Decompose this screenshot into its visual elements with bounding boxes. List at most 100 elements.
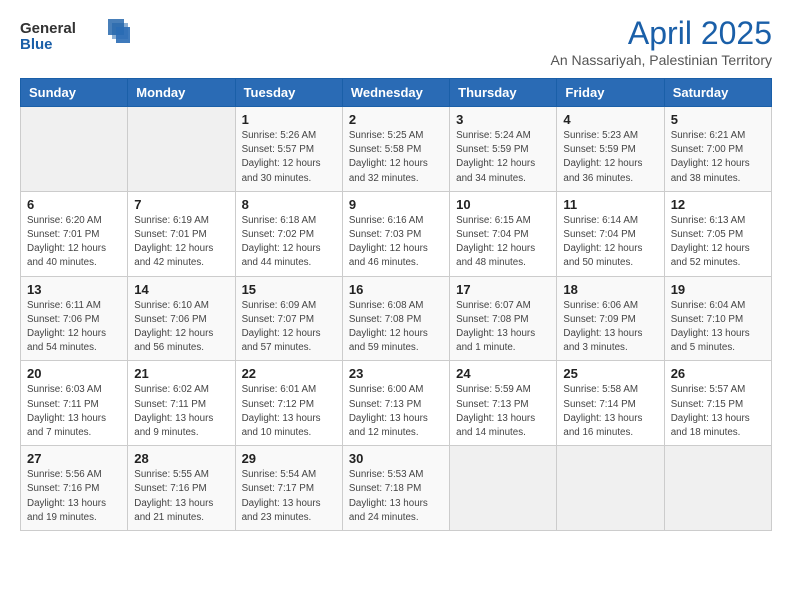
calendar-cell: 21 Sunrise: 6:02 AM Sunset: 7:11 PM Dayli… <box>128 361 235 446</box>
calendar-cell <box>664 446 771 531</box>
col-sunday: Sunday <box>21 79 128 107</box>
calendar-cell: 19 Sunrise: 6:04 AM Sunset: 7:10 PM Dayli… <box>664 276 771 361</box>
day-number: 1 <box>242 112 336 127</box>
col-wednesday: Wednesday <box>342 79 449 107</box>
calendar-cell: 2 Sunrise: 5:25 AM Sunset: 5:58 PM Daylig… <box>342 107 449 192</box>
day-info: Sunrise: 6:06 AM Sunset: 7:09 PM Dayligh… <box>563 299 657 356</box>
day-number: 5 <box>671 112 765 127</box>
page: General Blue April 2025 An Nassariyah, P… <box>0 0 792 612</box>
calendar-cell: 18 Sunrise: 6:06 AM Sunset: 7:09 PM Dayli… <box>557 276 664 361</box>
location: An Nassariyah, Palestinian Territory <box>550 52 772 68</box>
day-number: 23 <box>349 366 443 381</box>
day-info: Sunrise: 6:20 AM Sunset: 7:01 PM Dayligh… <box>27 214 121 271</box>
week-row-3: 13Sunrise: 6:11 AM Sunset: 7:06 PM Dayli… <box>21 276 772 361</box>
day-info: Sunrise: 6:02 AM Sunset: 7:11 PM Dayligh… <box>134 383 228 440</box>
day-info: Sunrise: 6:18 AM Sunset: 7:02 PM Dayligh… <box>242 214 336 271</box>
day-info: Sunrise: 5:57 AM Sunset: 7:15 PM Dayligh… <box>671 383 765 440</box>
calendar-cell: 17 Sunrise: 6:07 AM Sunset: 7:08 PM Dayli… <box>450 276 557 361</box>
calendar-cell: 30Sunrise: 5:53 AM Sunset: 7:18 PM Dayli… <box>342 446 449 531</box>
day-info: Sunrise: 5:24 AM Sunset: 5:59 PM Dayligh… <box>456 129 550 186</box>
day-info: Sunrise: 6:11 AM Sunset: 7:06 PM Dayligh… <box>27 299 121 356</box>
day-info: Sunrise: 5:58 AM Sunset: 7:14 PM Dayligh… <box>563 383 657 440</box>
calendar-cell: 7 Sunrise: 6:19 AM Sunset: 7:01 PM Daylig… <box>128 191 235 276</box>
day-info: Sunrise: 6:07 AM Sunset: 7:08 PM Dayligh… <box>456 299 550 356</box>
day-number: 7 <box>134 197 228 212</box>
day-info: Sunrise: 6:13 AM Sunset: 7:05 PM Dayligh… <box>671 214 765 271</box>
day-number: 27 <box>27 451 121 466</box>
col-friday: Friday <box>557 79 664 107</box>
day-info: Sunrise: 5:25 AM Sunset: 5:58 PM Dayligh… <box>349 129 443 186</box>
day-info: Sunrise: 5:56 AM Sunset: 7:16 PM Dayligh… <box>27 468 121 525</box>
day-number: 11 <box>563 197 657 212</box>
day-info: Sunrise: 6:00 AM Sunset: 7:13 PM Dayligh… <box>349 383 443 440</box>
day-number: 18 <box>563 282 657 297</box>
day-info: Sunrise: 6:14 AM Sunset: 7:04 PM Dayligh… <box>563 214 657 271</box>
calendar-cell: 23 Sunrise: 6:00 AM Sunset: 7:13 PM Dayli… <box>342 361 449 446</box>
calendar-cell: 13Sunrise: 6:11 AM Sunset: 7:06 PM Dayli… <box>21 276 128 361</box>
month-title: April 2025 <box>550 15 772 52</box>
calendar-table: Sunday Monday Tuesday Wednesday Thursday… <box>20 78 772 531</box>
calendar-cell: 12 Sunrise: 6:13 AM Sunset: 7:05 PM Dayli… <box>664 191 771 276</box>
day-number: 20 <box>27 366 121 381</box>
day-info: Sunrise: 6:03 AM Sunset: 7:11 PM Dayligh… <box>27 383 121 440</box>
day-number: 21 <box>134 366 228 381</box>
day-info: Sunrise: 5:54 AM Sunset: 7:17 PM Dayligh… <box>242 468 336 525</box>
day-number: 9 <box>349 197 443 212</box>
calendar-cell: 4Sunrise: 5:23 AM Sunset: 5:59 PM Daylig… <box>557 107 664 192</box>
logo-text: General Blue <box>20 15 130 60</box>
col-saturday: Saturday <box>664 79 771 107</box>
calendar-cell: 3 Sunrise: 5:24 AM Sunset: 5:59 PM Daylig… <box>450 107 557 192</box>
week-row-4: 20 Sunrise: 6:03 AM Sunset: 7:11 PM Dayli… <box>21 361 772 446</box>
day-number: 14 <box>134 282 228 297</box>
day-number: 28 <box>134 451 228 466</box>
day-info: Sunrise: 6:19 AM Sunset: 7:01 PM Dayligh… <box>134 214 228 271</box>
svg-text:General: General <box>20 20 76 37</box>
svg-text:Blue: Blue <box>20 36 53 53</box>
day-number: 25 <box>563 366 657 381</box>
week-row-5: 27 Sunrise: 5:56 AM Sunset: 7:16 PM Dayli… <box>21 446 772 531</box>
calendar-cell: 11 Sunrise: 6:14 AM Sunset: 7:04 PM Dayli… <box>557 191 664 276</box>
day-number: 29 <box>242 451 336 466</box>
day-number: 12 <box>671 197 765 212</box>
header: General Blue April 2025 An Nassariyah, P… <box>20 15 772 68</box>
day-number: 2 <box>349 112 443 127</box>
col-monday: Monday <box>128 79 235 107</box>
title-block: April 2025 An Nassariyah, Palestinian Te… <box>550 15 772 68</box>
day-info: Sunrise: 6:01 AM Sunset: 7:12 PM Dayligh… <box>242 383 336 440</box>
day-number: 22 <box>242 366 336 381</box>
day-info: Sunrise: 6:16 AM Sunset: 7:03 PM Dayligh… <box>349 214 443 271</box>
day-number: 26 <box>671 366 765 381</box>
calendar-cell: 8 Sunrise: 6:18 AM Sunset: 7:02 PM Daylig… <box>235 191 342 276</box>
day-number: 10 <box>456 197 550 212</box>
calendar-cell: 15 Sunrise: 6:09 AM Sunset: 7:07 PM Dayli… <box>235 276 342 361</box>
calendar-cell: 9 Sunrise: 6:16 AM Sunset: 7:03 PM Daylig… <box>342 191 449 276</box>
calendar-cell <box>21 107 128 192</box>
calendar-cell: 24Sunrise: 5:59 AM Sunset: 7:13 PM Dayli… <box>450 361 557 446</box>
calendar-cell: 29 Sunrise: 5:54 AM Sunset: 7:17 PM Dayli… <box>235 446 342 531</box>
day-info: Sunrise: 6:04 AM Sunset: 7:10 PM Dayligh… <box>671 299 765 356</box>
day-number: 15 <box>242 282 336 297</box>
calendar-cell <box>557 446 664 531</box>
day-info: Sunrise: 6:09 AM Sunset: 7:07 PM Dayligh… <box>242 299 336 356</box>
calendar-cell: 6 Sunrise: 6:20 AM Sunset: 7:01 PM Daylig… <box>21 191 128 276</box>
calendar-cell: 14Sunrise: 6:10 AM Sunset: 7:06 PM Dayli… <box>128 276 235 361</box>
header-row: Sunday Monday Tuesday Wednesday Thursday… <box>21 79 772 107</box>
day-number: 16 <box>349 282 443 297</box>
day-number: 30 <box>349 451 443 466</box>
week-row-1: 1 Sunrise: 5:26 AM Sunset: 5:57 PM Daylig… <box>21 107 772 192</box>
day-number: 6 <box>27 197 121 212</box>
calendar-cell: 16Sunrise: 6:08 AM Sunset: 7:08 PM Dayli… <box>342 276 449 361</box>
day-info: Sunrise: 5:23 AM Sunset: 5:59 PM Dayligh… <box>563 129 657 186</box>
week-row-2: 6 Sunrise: 6:20 AM Sunset: 7:01 PM Daylig… <box>21 191 772 276</box>
day-number: 3 <box>456 112 550 127</box>
day-info: Sunrise: 5:55 AM Sunset: 7:16 PM Dayligh… <box>134 468 228 525</box>
day-number: 17 <box>456 282 550 297</box>
day-number: 8 <box>242 197 336 212</box>
day-number: 19 <box>671 282 765 297</box>
calendar-cell: 5Sunrise: 6:21 AM Sunset: 7:00 PM Daylig… <box>664 107 771 192</box>
day-number: 24 <box>456 366 550 381</box>
day-info: Sunrise: 5:26 AM Sunset: 5:57 PM Dayligh… <box>242 129 336 186</box>
calendar-cell <box>450 446 557 531</box>
calendar-cell: 27 Sunrise: 5:56 AM Sunset: 7:16 PM Dayli… <box>21 446 128 531</box>
calendar-cell: 26 Sunrise: 5:57 AM Sunset: 7:15 PM Dayli… <box>664 361 771 446</box>
